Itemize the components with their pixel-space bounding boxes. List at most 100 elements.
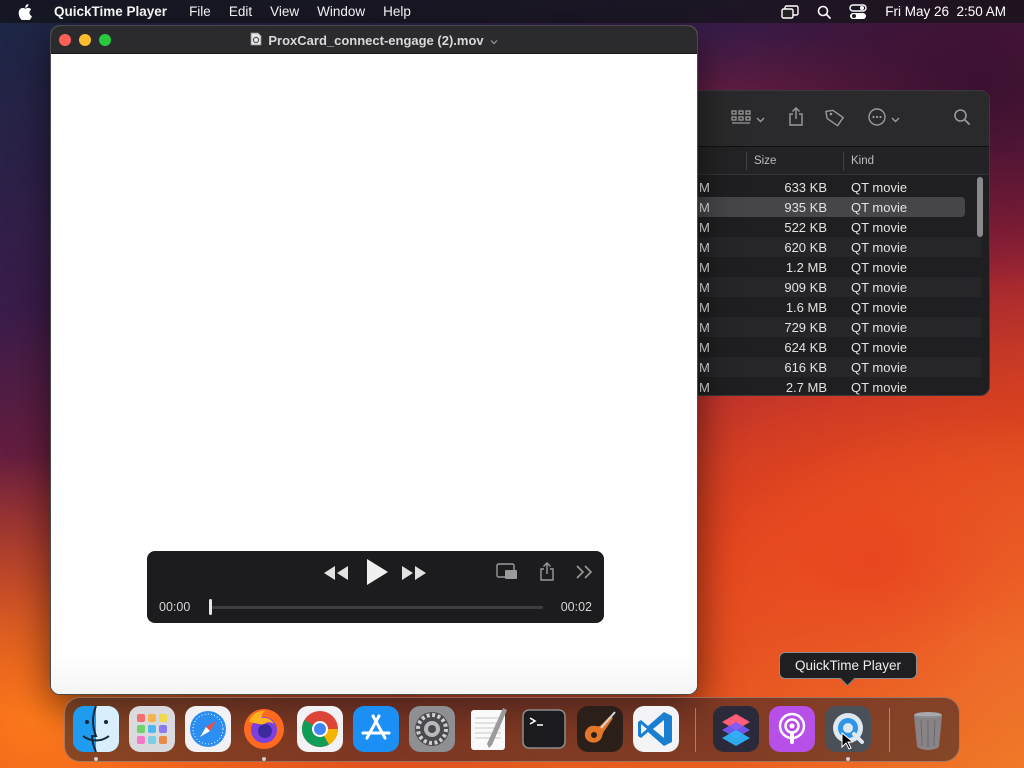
action-button[interactable] — [867, 107, 900, 132]
scrubber-playhead[interactable] — [209, 599, 212, 615]
grid-icon — [731, 109, 751, 130]
dock-divider — [889, 708, 890, 752]
apple-menu-icon[interactable] — [18, 3, 38, 20]
table-row[interactable]: M 1.6 MB QT movie — [691, 297, 981, 317]
dock-chrome[interactable] — [297, 706, 343, 752]
picture-in-picture-icon — [496, 562, 518, 586]
finder-scrollbar[interactable] — [975, 175, 985, 391]
scrollbar-thumb[interactable] — [977, 177, 983, 237]
dock-safari[interactable] — [185, 706, 231, 752]
quicktime-window: ProxCard_connect-engage (2).mov 00:00 00… — [50, 25, 698, 695]
share-button[interactable] — [788, 106, 804, 132]
dock-finder[interactable] — [73, 706, 119, 752]
shortcuts-icon — [713, 706, 759, 752]
dock — [64, 697, 960, 762]
menu-file[interactable]: File — [189, 4, 211, 19]
terminal-icon — [522, 709, 566, 749]
firefox-icon — [244, 709, 284, 749]
dock-system-preferences[interactable] — [409, 706, 455, 752]
chevron-down-icon — [756, 110, 765, 128]
control-center-icon[interactable] — [849, 3, 867, 20]
running-indicator — [846, 757, 850, 761]
dock-vscode[interactable] — [633, 706, 679, 752]
tag-button[interactable] — [825, 108, 845, 130]
table-row[interactable]: M 729 KB QT movie — [691, 317, 981, 337]
dock-tooltip: QuickTime Player — [779, 652, 917, 679]
movie-file-icon — [250, 32, 262, 49]
fast-forward-icon — [401, 565, 427, 586]
safari-icon — [185, 706, 231, 752]
playback-controls: 00:00 00:02 — [147, 551, 604, 623]
window-titlebar[interactable]: ProxCard_connect-engage (2).mov — [51, 26, 697, 54]
gear-icon — [409, 706, 455, 752]
dock-podcasts[interactable] — [769, 706, 815, 752]
finder-icon — [73, 706, 119, 752]
table-row-selected[interactable]: M 935 KB QT movie — [691, 197, 965, 217]
window-title-text: ProxCard_connect-engage (2).mov — [268, 33, 484, 48]
finder-file-list: M 633 KB QT movie M 935 KB QT movie M 522 KB Q… — [691, 177, 981, 395]
dock-firefox[interactable] — [241, 706, 287, 752]
dock-shortcuts[interactable] — [713, 706, 759, 752]
dock-app-store[interactable] — [353, 706, 399, 752]
menu-help[interactable]: Help — [383, 4, 411, 19]
app-menu[interactable]: QuickTime Player — [54, 4, 167, 19]
search-icon — [953, 108, 971, 131]
chevron-down-icon — [490, 33, 498, 48]
share-button[interactable] — [536, 561, 558, 587]
fast-forward-button[interactable] — [401, 565, 427, 585]
table-row[interactable]: M 633 KB QT movie — [691, 177, 981, 197]
double-chevron-right-icon — [575, 564, 593, 584]
dock-divider — [695, 708, 696, 752]
finder-search-button[interactable] — [953, 108, 971, 130]
dock-launchpad[interactable] — [129, 706, 175, 752]
mouse-cursor-icon — [841, 731, 855, 755]
rewind-icon — [323, 565, 349, 586]
column-header-size[interactable]: Size — [754, 155, 776, 167]
more-icon — [867, 107, 887, 132]
column-header-kind[interactable]: Kind — [851, 155, 874, 167]
table-row[interactable]: M 2.7 MB QT movie — [691, 377, 981, 395]
running-indicator — [94, 757, 98, 761]
screen-mirroring-icon[interactable] — [781, 4, 799, 19]
table-row[interactable]: M 522 KB QT movie — [691, 217, 981, 237]
table-row[interactable]: M 624 KB QT movie — [691, 337, 981, 357]
menu-bar: QuickTime Player File Edit View Window H… — [0, 0, 1024, 23]
rewind-button[interactable] — [323, 565, 349, 585]
picture-in-picture-button[interactable] — [495, 562, 519, 586]
finder-toolbar — [691, 91, 989, 147]
menu-clock[interactable]: Fri May 26 2:50 AM — [885, 4, 1006, 19]
table-row[interactable]: M 909 KB QT movie — [691, 277, 981, 297]
vscode-icon — [633, 706, 679, 752]
chrome-icon — [297, 706, 343, 752]
chevron-down-icon — [891, 110, 900, 128]
menu-window[interactable]: Window — [317, 4, 365, 19]
play-icon — [365, 558, 389, 591]
dock-terminal[interactable] — [521, 706, 567, 752]
finder-column-header: Size Kind — [691, 147, 989, 175]
group-by-button[interactable] — [731, 108, 765, 130]
garageband-icon — [577, 706, 623, 752]
more-controls-button[interactable] — [573, 564, 595, 584]
textedit-icon — [471, 708, 507, 750]
dock-garageband[interactable] — [577, 706, 623, 752]
share-icon — [539, 561, 555, 587]
table-row[interactable]: M 1.2 MB QT movie — [691, 257, 981, 277]
scrubber-track[interactable] — [209, 606, 543, 609]
video-area[interactable]: 00:00 00:02 — [51, 54, 697, 694]
current-time: 00:00 — [159, 600, 191, 614]
spotlight-search-icon[interactable] — [817, 5, 832, 19]
duration-time: 00:02 — [560, 600, 592, 614]
finder-window: Size Kind M 633 KB QT movie M 935 KB QT movi… — [690, 90, 990, 396]
app-store-icon — [353, 706, 399, 752]
play-button[interactable] — [363, 558, 391, 591]
share-icon — [788, 106, 804, 132]
window-title[interactable]: ProxCard_connect-engage (2).mov — [51, 32, 697, 49]
trash-icon — [914, 712, 942, 750]
menu-edit[interactable]: Edit — [229, 4, 252, 19]
dock-trash[interactable] — [905, 706, 951, 752]
table-row[interactable]: M 620 KB QT movie — [691, 237, 981, 257]
dock-textedit[interactable] — [465, 706, 511, 752]
table-row[interactable]: M 616 KB QT movie — [691, 357, 981, 377]
launchpad-icon — [129, 706, 175, 752]
menu-view[interactable]: View — [270, 4, 299, 19]
